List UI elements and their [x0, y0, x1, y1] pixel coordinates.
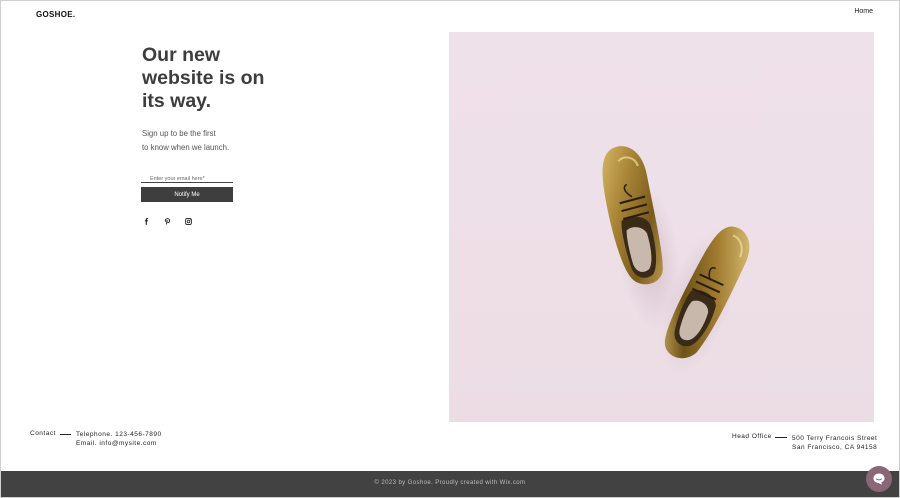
contact-label: Contact — [30, 430, 56, 437]
office-divider — [775, 437, 787, 438]
email-field-wrapper — [141, 167, 233, 187]
contact-email[interactable]: Email. info@mysite.com — [76, 440, 157, 447]
nav-home-link[interactable]: Home — [854, 8, 873, 15]
subtext-line-2: to know when we launch. — [142, 143, 230, 152]
footer-copyright: © 2023 by Goshoe. Proudly created with W… — [374, 480, 526, 486]
office-street: 500 Terry Francois Street — [792, 435, 878, 442]
chat-icon — [873, 473, 885, 485]
shoes-photo-icon — [602, 146, 750, 375]
email-input[interactable] — [141, 171, 233, 187]
instagram-link[interactable] — [184, 217, 193, 226]
page-headline: Our new website is on its way. — [142, 44, 265, 112]
subtext-line-1: Sign up to be the first — [142, 129, 216, 138]
footer: © 2023 by Goshoe. Proudly created with W… — [1, 471, 899, 497]
contact-divider — [60, 434, 71, 435]
notify-me-button[interactable]: Notify Me — [141, 187, 233, 202]
brand-logo[interactable]: GOSHOE. — [36, 10, 75, 19]
pinterest-icon — [164, 218, 170, 225]
facebook-icon — [144, 218, 149, 225]
office-label: Head Office — [732, 433, 772, 440]
chat-button[interactable] — [866, 466, 892, 492]
pinterest-link[interactable] — [163, 217, 172, 226]
signup-subtext: Sign up to be the first to know when we … — [142, 127, 262, 155]
office-city: San Francisco, CA 94158 — [792, 444, 878, 451]
hero-image — [449, 32, 874, 422]
instagram-icon — [185, 218, 192, 225]
contact-phone: Telephone. 123-456-7890 — [76, 431, 162, 438]
facebook-link[interactable] — [142, 217, 151, 226]
